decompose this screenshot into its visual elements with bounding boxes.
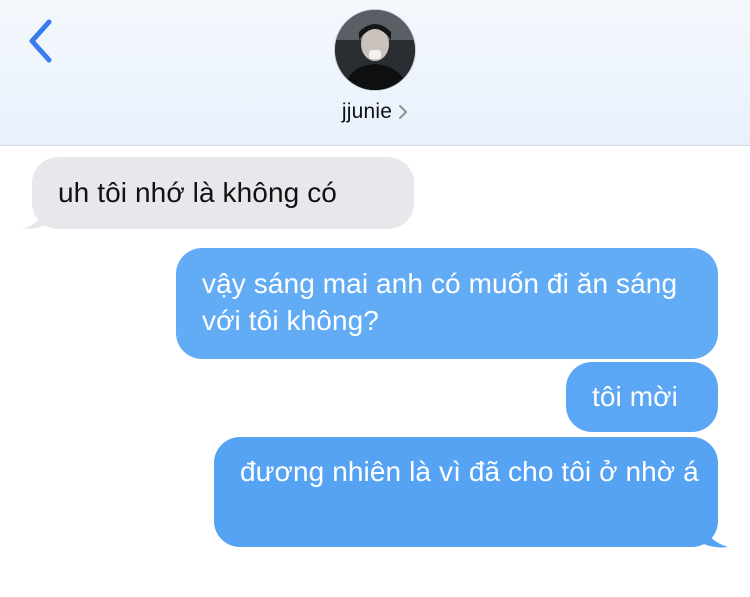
message-text: uh tôi nhớ là không có bbox=[58, 177, 337, 208]
bubble-tail-outgoing bbox=[700, 526, 728, 548]
avatar-photo bbox=[335, 10, 415, 90]
message-thread[interactable]: uh tôi nhớ là không có vậy sáng mai anh … bbox=[0, 146, 750, 597]
contact-name: jjunie bbox=[341, 100, 393, 123]
back-button[interactable] bbox=[20, 16, 60, 66]
message-text: vậy sáng mai anh có muốn đi ăn sáng với … bbox=[202, 268, 686, 336]
contact-name-button[interactable]: jjunie bbox=[0, 98, 750, 126]
chevron-left-icon bbox=[29, 19, 52, 63]
message-bubble-incoming[interactable]: uh tôi nhớ là không có bbox=[32, 157, 414, 229]
message-text: đương nhiên là vì đã cho tôi ở nhờ á bbox=[240, 456, 699, 487]
bubble-tail-incoming bbox=[22, 209, 50, 230]
message-bubble-outgoing[interactable]: tôi mời bbox=[566, 362, 718, 432]
message-text: tôi mời bbox=[592, 381, 678, 412]
message-bubble-outgoing[interactable]: vậy sáng mai anh có muốn đi ăn sáng với … bbox=[176, 248, 718, 359]
chevron-right-icon bbox=[398, 104, 408, 120]
conversation-header: jjunie bbox=[0, 0, 750, 146]
message-bubble-outgoing[interactable]: đương nhiên là vì đã cho tôi ở nhờ á bbox=[214, 437, 718, 547]
avatar[interactable] bbox=[334, 9, 416, 91]
